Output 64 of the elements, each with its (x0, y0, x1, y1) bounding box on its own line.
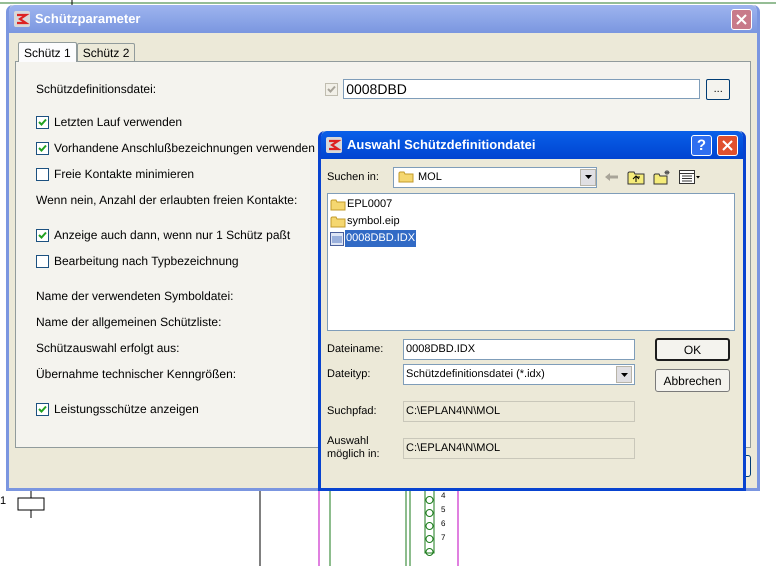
terminal-number: 5 (441, 504, 446, 516)
folder-icon (330, 198, 346, 212)
file-name: symbol.eip (346, 214, 401, 230)
tab[interactable]: Schütz 1 (18, 42, 77, 62)
field-label: Schützauswahl erfolgt aus: (36, 340, 180, 357)
browse-button[interactable]: ... (706, 78, 730, 100)
text-field[interactable]: 0008DBD (343, 79, 700, 99)
checkbox[interactable] (36, 168, 49, 180)
checkbox-label: Leistungsschütze anzeigen (54, 401, 199, 418)
tab[interactable]: Schütz 2 (76, 43, 136, 61)
file-name: 0008DBD.IDX (345, 230, 416, 247)
app-logo-icon (14, 11, 30, 27)
folder-up-icon[interactable] (627, 170, 645, 184)
file-name-field[interactable]: 0008DBD.IDX (403, 339, 635, 360)
field-label: Name der allgemeinen Schützliste: (36, 314, 222, 331)
close-button[interactable] (731, 8, 752, 30)
checkbox[interactable] (36, 228, 49, 242)
checkbox-label: Freie Kontakte minimieren (54, 166, 194, 183)
device-label: 1 (0, 496, 6, 507)
checkbox-label: Anzeige auch dann, wenn nur 1 Schütz paßt (54, 227, 290, 244)
checkbox[interactable] (36, 402, 49, 416)
terminal-number: 6 (441, 518, 446, 530)
terminal-number: 7 (441, 532, 446, 544)
new-folder-icon[interactable] (653, 170, 671, 184)
help-button[interactable]: ? (691, 134, 712, 156)
checkbox[interactable] (36, 116, 49, 128)
document-icon (330, 232, 344, 246)
window-title: Schützparameter (35, 10, 140, 28)
file-item[interactable]: symbol.eip (330, 213, 401, 230)
dialog-button[interactable]: Abbrechen (655, 369, 730, 392)
checkbox-label: Vorhandene Anschlußbezeichnungen verwenden (54, 140, 315, 157)
caret-icon (620, 372, 628, 376)
close-icon (722, 140, 733, 150)
file-type-dropdown[interactable]: Schützdefinitionsdatei (*.idx) (403, 364, 635, 385)
field-label: Name der verwendeten Symboldatei: (36, 288, 234, 305)
view-menu-icon[interactable] (679, 170, 701, 184)
checkbox[interactable] (325, 82, 338, 96)
close-button[interactable] (717, 134, 738, 156)
folder-icon (330, 214, 346, 228)
app-logo-icon (326, 137, 342, 153)
terminal-number: 4 (441, 490, 446, 502)
caret-icon (584, 175, 592, 179)
checkbox-label: Bearbeitung nach Typbezeichnung (54, 253, 239, 270)
field-label: Suchpfad: (327, 404, 378, 419)
close-icon (736, 14, 747, 24)
field-label: Suchen in: (327, 170, 380, 185)
folder-icon (398, 170, 414, 184)
file-item[interactable]: 0008DBD.IDX (330, 230, 416, 247)
path-field[interactable]: C:\EPLAN4\N\MOL (403, 438, 635, 458)
checkbox[interactable] (36, 254, 49, 268)
checkbox-label: Letzten Lauf verwenden (54, 114, 182, 131)
field-label: Dateityp: (327, 367, 372, 382)
field-label: Dateiname: (327, 342, 384, 358)
dialog-button[interactable]: OK (655, 338, 730, 361)
file-name: EPL0007 (346, 197, 394, 212)
field-label: Schützdefinitionsdatei: (36, 81, 158, 98)
checkbox[interactable] (36, 142, 49, 154)
path-field[interactable]: C:\EPLAN4\N\MOL (403, 400, 635, 422)
field-label: Wenn nein, Anzahl der erlaubten freien Kontakte: (36, 192, 298, 209)
look-in-dropdown[interactable]: MOL (393, 166, 597, 188)
file-item[interactable]: EPL0007 (330, 196, 394, 213)
field-label: Übernahme technischer Kenngrößen: (36, 366, 236, 383)
field-label: Auswahl möglich in: (327, 435, 381, 461)
window-title: Auswahl Schützdefinitiondatei (347, 136, 536, 154)
